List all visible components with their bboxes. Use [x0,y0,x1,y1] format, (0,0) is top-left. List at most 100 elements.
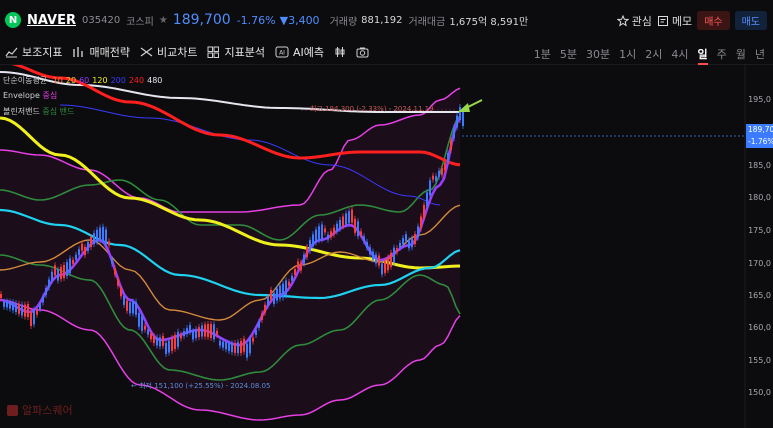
candle-body [441,168,443,176]
candle-body [447,152,449,162]
candle-body [273,292,275,304]
stock-name-link[interactable]: NAVER [27,13,76,28]
candle-body [306,247,308,257]
candle-body [333,227,335,235]
candle-body [75,254,77,260]
price-chart[interactable] [0,65,773,428]
period-5[interactable]: 4시 [671,46,688,65]
bollinger-legend[interactable]: 볼린저밴드 중심 밴드 [3,106,74,117]
candle-body [9,301,11,309]
memo-button[interactable]: 메모 [657,13,692,29]
candle-body [108,241,110,246]
sma-period-5: 240 [128,76,145,85]
candle-body [57,269,59,281]
candle-body [402,238,404,245]
candle-body [171,337,173,351]
candle-body [285,280,287,296]
toolbar-indicators-button[interactable]: 보조지표 [5,44,62,60]
toolbar-compare-button[interactable]: 비교차트 [140,44,197,60]
bars-icon [73,47,84,57]
candle-body [288,281,290,286]
period-6[interactable]: 일 [697,46,708,65]
candle-body [417,226,419,238]
period-4[interactable]: 2시 [645,46,662,65]
y-tick-label: 180,0 [748,193,771,202]
candle-body [129,302,131,314]
toolbar-ai-button[interactable]: AI AI예측 [275,44,324,60]
candle-body [360,231,362,236]
candle-body [396,248,398,253]
volume-value: 881,192 [361,14,403,26]
period-0[interactable]: 1분 [534,46,551,65]
candle-body [318,226,320,241]
candle-body [135,301,137,315]
toolbar-analysis-button[interactable]: 지표분석 [207,44,265,60]
candle-body [324,228,326,233]
y-tick-label: 170,0 [748,259,771,268]
candle-body [387,257,389,271]
candle-body [189,325,191,333]
amount-label: 거래대금 [408,16,446,28]
camera-icon [356,47,369,58]
candle-body [147,329,149,335]
candle-body [354,218,356,233]
sma-period-0: 10 [52,76,63,85]
screenshot-button[interactable] [356,46,369,58]
y-tick-label: 165,0 [748,291,771,300]
candle-body [90,237,92,248]
candle-body [3,301,5,307]
candle-body [384,260,386,273]
line-chart-icon [5,47,18,58]
period-2[interactable]: 30분 [586,46,610,65]
bollinger-legend-title: 볼린저밴드 [3,107,40,116]
low-annotation: ← 최저 151,100 (+25.55%) - 2024.08.05 [131,382,271,390]
period-1[interactable]: 5분 [560,46,577,65]
candle-body [312,234,314,247]
candle-body [294,269,296,275]
period-7[interactable]: 주 [717,46,727,65]
sma-period-4: 200 [110,76,126,85]
period-8[interactable]: 월 [736,46,746,65]
candle-body [54,265,56,276]
candle-body [21,304,23,316]
y-tick-label: 185,0 [748,161,771,170]
candle-body [45,288,47,295]
candle-body [408,240,410,249]
candle-body [279,285,281,299]
candle-body [42,296,44,303]
volume-label: 거래량 [329,16,358,28]
sma-legend[interactable]: 단순이동평균 10 20 60 120 200 240 480 [3,75,162,86]
candle-body [315,229,317,243]
header-actions: 관심 메모 매수 매도 [616,11,767,30]
candle-body [132,301,134,314]
y-tick-label: 150,0 [748,388,771,397]
candle-body [114,268,116,275]
candle-body [240,341,242,353]
candle-body [126,300,128,311]
candle-body [261,313,263,321]
watchlist-button[interactable]: 관심 [616,13,652,29]
candle-type-button[interactable] [334,46,346,58]
candle-body [432,175,434,180]
toolbar-strategy-button[interactable]: 매매전략 [72,44,130,60]
period-3[interactable]: 1시 [619,46,636,65]
candle-body [423,204,425,218]
star-icon[interactable]: ★ [159,15,168,26]
sell-button[interactable]: 매도 [734,11,767,30]
period-9[interactable]: 년 [755,46,765,65]
candle-body [228,342,230,351]
high-annotation: 최고 194,300 (-2.33%) - 2024.11.19 [310,105,434,113]
candle-body [30,312,32,326]
buy-button[interactable]: 매수 [697,11,730,30]
envelope-legend[interactable]: Envelope 중심 [3,90,57,101]
candle-body [213,324,215,340]
candle-body [174,334,176,349]
candle-body [309,240,311,252]
candle-body [420,216,422,229]
candle-body [159,337,161,347]
watchlist-label: 관심 [631,14,652,28]
stock-code: 035420 [82,14,121,26]
candle-body [462,112,464,126]
candle-body [249,338,251,354]
candle-body [276,288,278,301]
